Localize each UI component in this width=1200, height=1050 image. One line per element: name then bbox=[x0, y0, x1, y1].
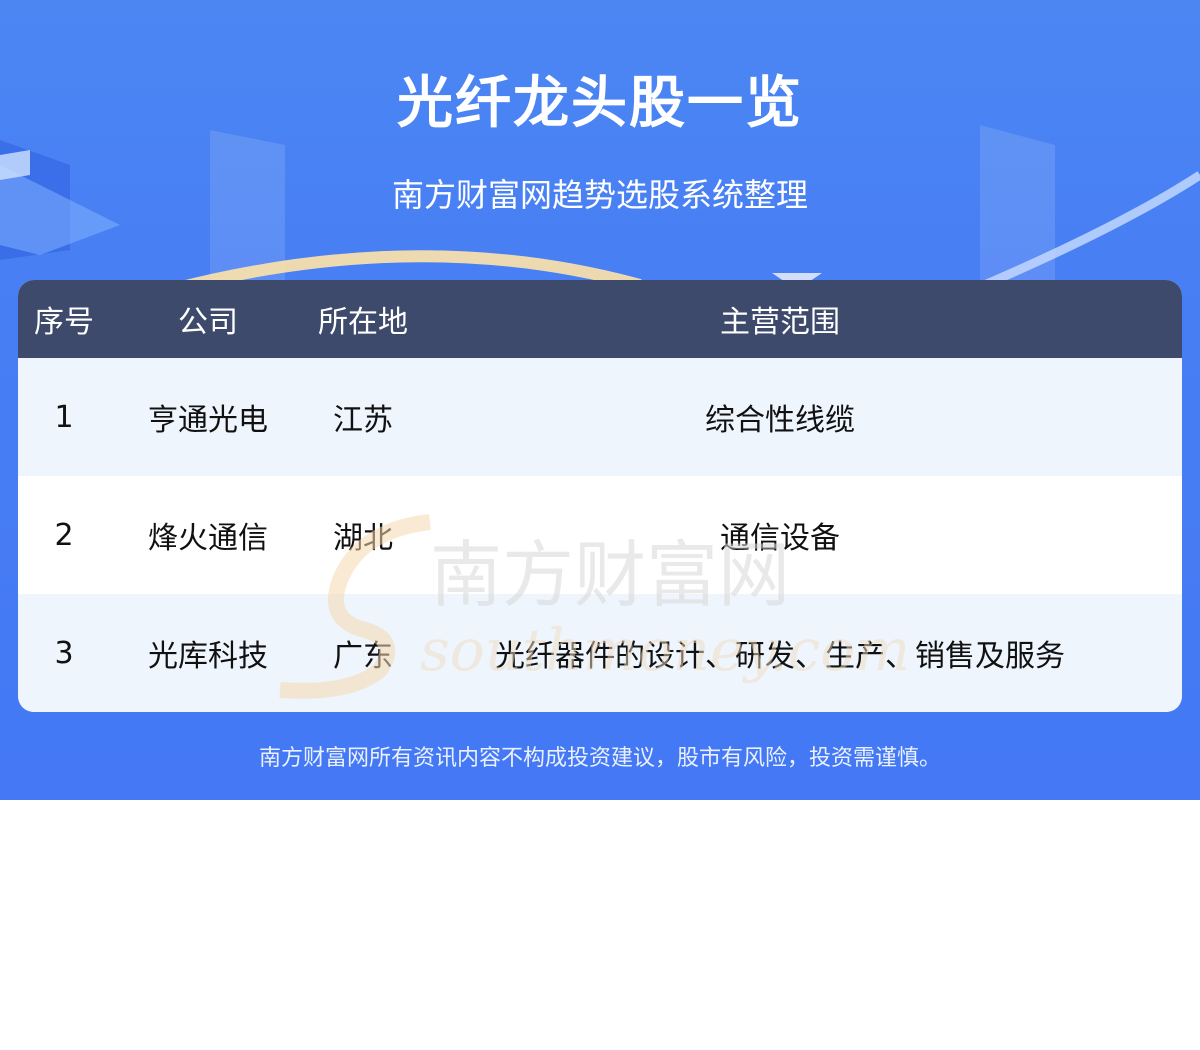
page-title: 光纤龙头股一览 bbox=[397, 71, 803, 136]
cell-company: 烽火通信 bbox=[148, 521, 268, 556]
page-subtitle: 南方财富网趋势选股系统整理 bbox=[391, 176, 808, 214]
cell-business: 光纤器件的设计、研发、生产、销售及服务 bbox=[495, 639, 1065, 674]
column-header-no: 序号 bbox=[34, 305, 94, 340]
disclaimer-text: 南方财富网所有资讯内容不构成投资建议，股市有风险，投资需谨慎。 bbox=[258, 746, 941, 771]
cell-business: 综合性线缆 bbox=[705, 403, 855, 438]
table-row: 1 亨通光电 江苏 综合性线缆 bbox=[18, 358, 1182, 476]
cell-location: 广东 bbox=[333, 639, 393, 674]
table-row: 3 光库科技 广东 光纤器件的设计、研发、生产、销售及服务 bbox=[18, 594, 1182, 712]
table-row: 2 烽火通信 湖北 通信设备 bbox=[18, 476, 1182, 594]
cell-location: 湖北 bbox=[333, 521, 393, 556]
column-header-location: 所在地 bbox=[318, 305, 408, 340]
cell-company: 亨通光电 bbox=[148, 403, 268, 438]
column-header-company: 公司 bbox=[178, 305, 238, 340]
cell-company: 光库科技 bbox=[148, 639, 268, 674]
table-header: 序号 公司 所在地 主营范围 bbox=[18, 280, 1182, 358]
column-header-business: 主营范围 bbox=[720, 305, 840, 340]
cell-no: 3 bbox=[54, 635, 74, 671]
cell-business: 通信设备 bbox=[720, 521, 840, 556]
cell-location: 江苏 bbox=[333, 403, 393, 438]
cell-no: 2 bbox=[54, 517, 74, 553]
cell-no: 1 bbox=[54, 399, 74, 435]
stock-table: 序号 公司 所在地 主营范围 1 亨通光电 江苏 综合性线缆 2 烽火通信 湖北… bbox=[18, 280, 1182, 712]
